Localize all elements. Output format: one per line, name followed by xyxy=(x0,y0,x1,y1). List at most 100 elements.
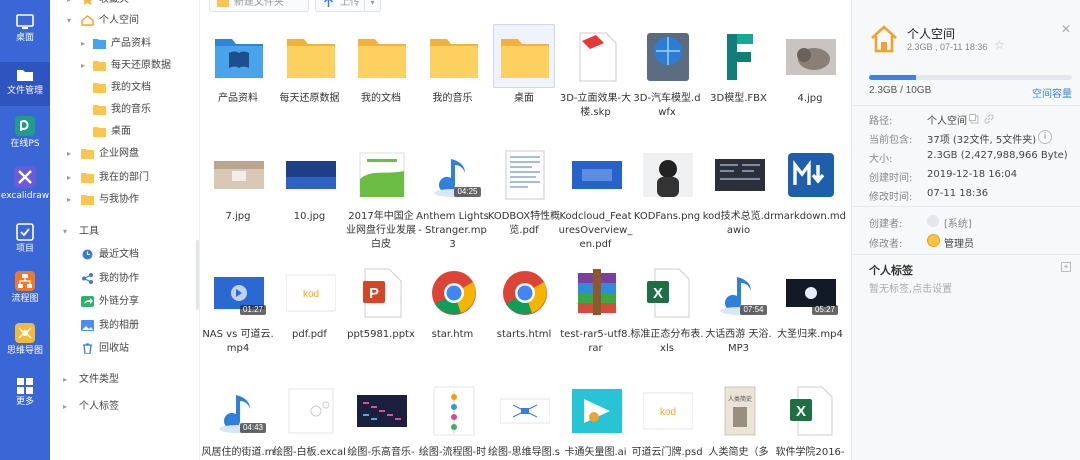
file-thumbnail[interactable] xyxy=(493,378,555,442)
file-item[interactable]: X 软件学院2016-2017-1课表.xls xyxy=(775,368,845,460)
tree-my-collab[interactable]: 我的协作 xyxy=(50,269,198,289)
rail-desktop[interactable]: 桌面 xyxy=(0,14,50,58)
file-item[interactable]: starts.html xyxy=(493,250,555,362)
file-thumbnail[interactable] xyxy=(279,378,341,442)
file-name[interactable]: pdf.pdf xyxy=(273,328,347,342)
file-thumbnail[interactable]: 04:43 xyxy=(207,378,269,442)
file-thumbnail[interactable] xyxy=(279,142,341,206)
chevron-down-icon[interactable]: ▾ xyxy=(364,0,380,11)
file-name[interactable]: 大话西游 天浴.MP3 xyxy=(702,328,776,356)
file-thumbnail[interactable] xyxy=(565,142,627,206)
file-item[interactable]: 每天还原数据 xyxy=(279,14,341,126)
file-name[interactable]: 4.jpg xyxy=(773,92,846,106)
file-name[interactable]: 2017年中国企业网盘行业发展白皮 xyxy=(344,210,418,252)
file-name[interactable]: 每天还原数据 xyxy=(273,92,347,106)
rail-mindmap[interactable]: 思维导图 xyxy=(0,320,50,364)
tags-empty-hint[interactable]: 暂无标签,点击设置 xyxy=(869,280,952,295)
file-name[interactable]: ppt5981.pptx xyxy=(344,328,418,342)
file-name[interactable]: 10.jpg xyxy=(273,210,347,224)
file-item[interactable]: 07:54 大话西游 天浴.MP3 xyxy=(705,250,772,362)
rail-flowchart[interactable]: 流程图 xyxy=(0,268,50,312)
file-name[interactable]: 大圣归来.mp4 xyxy=(773,328,846,342)
file-name[interactable]: NAS vs 可道云.mp4 xyxy=(201,328,275,356)
file-item[interactable]: X 标准正态分布表.xls xyxy=(630,250,704,362)
file-thumbnail[interactable]: 人类简史 xyxy=(708,378,770,442)
file-item[interactable]: KODFans.png xyxy=(634,132,700,244)
file-thumbnail[interactable] xyxy=(493,260,555,324)
file-item[interactable]: 05:27 大圣归来.mp4 xyxy=(777,250,843,362)
file-name[interactable]: 我的文档 xyxy=(344,92,418,106)
tree-recent-docs[interactable]: 最近文档 xyxy=(50,245,198,265)
file-item[interactable]: 人类简史人类简史（多看）V1.0.epub xyxy=(708,368,770,460)
file-name[interactable]: 绘图-流程图-时间线.drawio xyxy=(416,446,490,460)
file-item[interactable]: kod 可道云门牌.psd xyxy=(631,368,703,460)
file-thumbnail[interactable]: P xyxy=(350,260,412,324)
file-name[interactable]: 绘图-乐高音乐-数据中心.vsdx xyxy=(344,446,418,460)
rail-file-manager[interactable]: 文件管理 xyxy=(0,62,50,106)
file-thumbnail[interactable]: 07:54 xyxy=(708,260,770,324)
tree-my-music[interactable]: 我的音乐 xyxy=(50,100,198,120)
file-thumbnail[interactable] xyxy=(207,24,269,88)
file-item[interactable]: 绘图-流程图-时间线.drawio xyxy=(419,368,486,460)
file-thumbnail[interactable] xyxy=(708,142,770,206)
file-thumbnail[interactable]: X xyxy=(779,378,841,442)
upload-button[interactable]: 上传 ▾ xyxy=(315,0,381,12)
tree-personal-tags[interactable]: ▸ 个人标签 xyxy=(50,397,198,417)
file-name[interactable]: 可道云门牌.psd xyxy=(630,446,704,460)
file-item[interactable]: 01:27 NAS vs 可道云.mp4 xyxy=(202,250,274,362)
file-thumbnail[interactable] xyxy=(422,24,484,88)
file-item[interactable]: 绘图-乐高音乐-数据中心.vsdx xyxy=(347,368,415,460)
file-item[interactable]: test-rar5-utf8.rar xyxy=(560,250,631,362)
file-name[interactable]: KODFans.png xyxy=(630,210,704,224)
file-item[interactable]: 我的文档 xyxy=(350,14,412,126)
file-thumbnail[interactable] xyxy=(565,260,627,324)
tree-external-share[interactable]: 外链分享 xyxy=(50,292,198,312)
file-thumbnail[interactable] xyxy=(636,24,698,88)
file-name[interactable]: 人类简史（多看）V1.0.epub xyxy=(702,446,776,460)
file-item[interactable]: 绘图-白板.excalidraw xyxy=(273,368,346,460)
file-name[interactable]: starts.html xyxy=(487,328,561,342)
copy-icon[interactable] xyxy=(969,114,979,124)
new-folder-button[interactable]: 新建文件夹 xyxy=(209,0,309,12)
file-name[interactable]: 3D-汽车模型.dwfx xyxy=(630,92,704,120)
file-name[interactable]: 桌面 xyxy=(487,92,561,106)
file-thumbnail[interactable] xyxy=(708,24,770,88)
file-thumbnail[interactable]: kod xyxy=(636,378,698,442)
rail-project[interactable]: 项目 xyxy=(0,220,50,264)
link-icon[interactable] xyxy=(984,114,994,124)
file-name[interactable]: 3D-立面效果-大楼.skp xyxy=(559,92,633,120)
close-icon[interactable]: ✕ xyxy=(1061,22,1071,36)
file-name[interactable]: Kodcloud_FeaturesOverview_en.pdf xyxy=(559,210,633,252)
file-item[interactable]: 04:43 风居住的街道.mp3 xyxy=(202,368,274,460)
file-thumbnail[interactable] xyxy=(493,142,555,206)
file-item[interactable]: 04:25 Anthem Lights - Stranger.mp3 xyxy=(416,132,489,250)
file-item[interactable]: 产品资料 xyxy=(207,14,269,126)
tree-enterprise-disk[interactable]: ▸ 企业网盘 xyxy=(50,144,198,164)
file-name[interactable]: 风居住的街道.mp3 xyxy=(201,446,275,460)
sidebar-scrollbar[interactable] xyxy=(196,240,199,310)
file-thumbnail[interactable] xyxy=(422,378,484,442)
file-name[interactable]: 软件学院2016-2017-1课表.xls xyxy=(773,446,846,460)
file-thumbnail[interactable] xyxy=(279,24,341,88)
tree-file-types[interactable]: ▸ 文件类型 xyxy=(50,370,198,390)
file-name[interactable]: 绘图-白板.excalidraw xyxy=(273,446,347,460)
file-name[interactable]: 3D模型.FBX xyxy=(702,92,776,106)
file-thumbnail[interactable] xyxy=(493,24,555,88)
tag-settings-icon[interactable]: + xyxy=(1061,262,1071,272)
quota-link[interactable]: 空间容量 xyxy=(1032,85,1072,100)
file-thumbnail[interactable] xyxy=(207,142,269,206)
file-name[interactable]: Anthem Lights - Stranger.mp3 xyxy=(416,210,490,252)
file-item[interactable]: markdown.md xyxy=(774,132,846,244)
file-item[interactable]: 3D-汽车模型.dwfx xyxy=(633,14,701,126)
file-item[interactable]: 我的音乐 xyxy=(422,14,484,126)
tree-favorites[interactable]: ▸ 收藏夹 xyxy=(50,0,198,10)
file-thumbnail[interactable] xyxy=(636,142,698,206)
star-outline-icon[interactable]: ☆ xyxy=(994,38,1005,52)
file-thumbnail[interactable] xyxy=(779,24,841,88)
file-thumbnail[interactable] xyxy=(350,142,412,206)
file-thumbnail[interactable]: 05:27 xyxy=(779,260,841,324)
tree-my-department[interactable]: ▸ 我在的部门 xyxy=(50,168,198,188)
file-thumbnail[interactable] xyxy=(350,24,412,88)
file-item[interactable]: Kodcloud_FeaturesOverview_en.pdf xyxy=(559,132,632,250)
file-thumbnail[interactable] xyxy=(350,378,412,442)
